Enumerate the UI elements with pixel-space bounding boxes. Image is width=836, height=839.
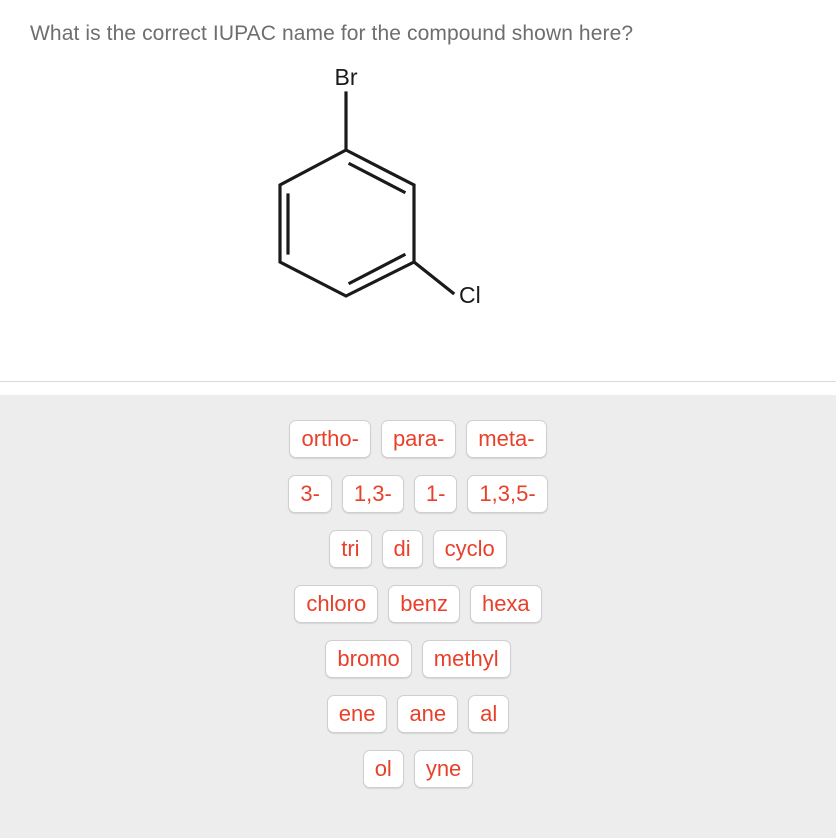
answer-row-2: 3- 1,3- 1- 1,3,5- [0,475,836,513]
double-bond-top-right [347,161,407,195]
answer-tile-methyl[interactable]: methyl [421,640,511,678]
answer-tile-yne[interactable]: yne [413,750,474,788]
answer-tile-chloro[interactable]: chloro [294,585,379,623]
atom-label-chlorine: Cl [459,282,481,308]
answer-tile-benz[interactable]: benz [388,585,460,623]
answer-tile-1-3[interactable]: 1,3- [341,475,404,513]
answer-row-6: ene ane al [0,695,836,733]
question-panel: What is the correct IUPAC name for the c… [0,0,836,382]
answer-tile-al[interactable]: al [468,695,510,733]
answer-tile-meta[interactable]: meta- [466,420,547,458]
answer-tile-cyclo[interactable]: cyclo [432,530,507,568]
answer-bank-panel: ortho- para- meta- 3- 1,3- 1- 1,3,5- tri… [0,395,836,838]
answer-tile-1[interactable]: 1- [413,475,458,513]
benzene-ring-svg: Br Cl [278,64,481,308]
panel-spacer [0,382,836,395]
bond-to-chlorine [411,259,456,296]
answer-row-5: bromo methyl [0,640,836,678]
answer-tile-ane[interactable]: ane [397,695,459,733]
answer-tile-ene[interactable]: ene [326,695,388,733]
answer-tile-di[interactable]: di [381,530,423,568]
answer-tile-para[interactable]: para- [380,420,457,458]
chemical-structure-diagram: Br Cl [250,55,550,325]
answer-row-3: tri di cyclo [0,530,836,568]
answer-tile-hexa[interactable]: hexa [469,585,542,623]
answer-tile-tri[interactable]: tri [329,530,372,568]
answer-tile-ortho[interactable]: ortho- [289,420,371,458]
answer-row-7: ol yne [0,750,836,788]
atom-label-bromine: Br [335,64,358,90]
answer-tile-ol[interactable]: ol [362,750,404,788]
ring-outline [278,148,416,298]
question-prompt: What is the correct IUPAC name for the c… [30,22,634,45]
answer-row-1: ortho- para- meta- [0,420,836,458]
answer-row-4: chloro benz hexa [0,585,836,623]
answer-tile-bromo[interactable]: bromo [325,640,412,678]
answer-tile-1-3-5[interactable]: 1,3,5- [467,475,548,513]
answer-tile-3[interactable]: 3- [288,475,332,513]
